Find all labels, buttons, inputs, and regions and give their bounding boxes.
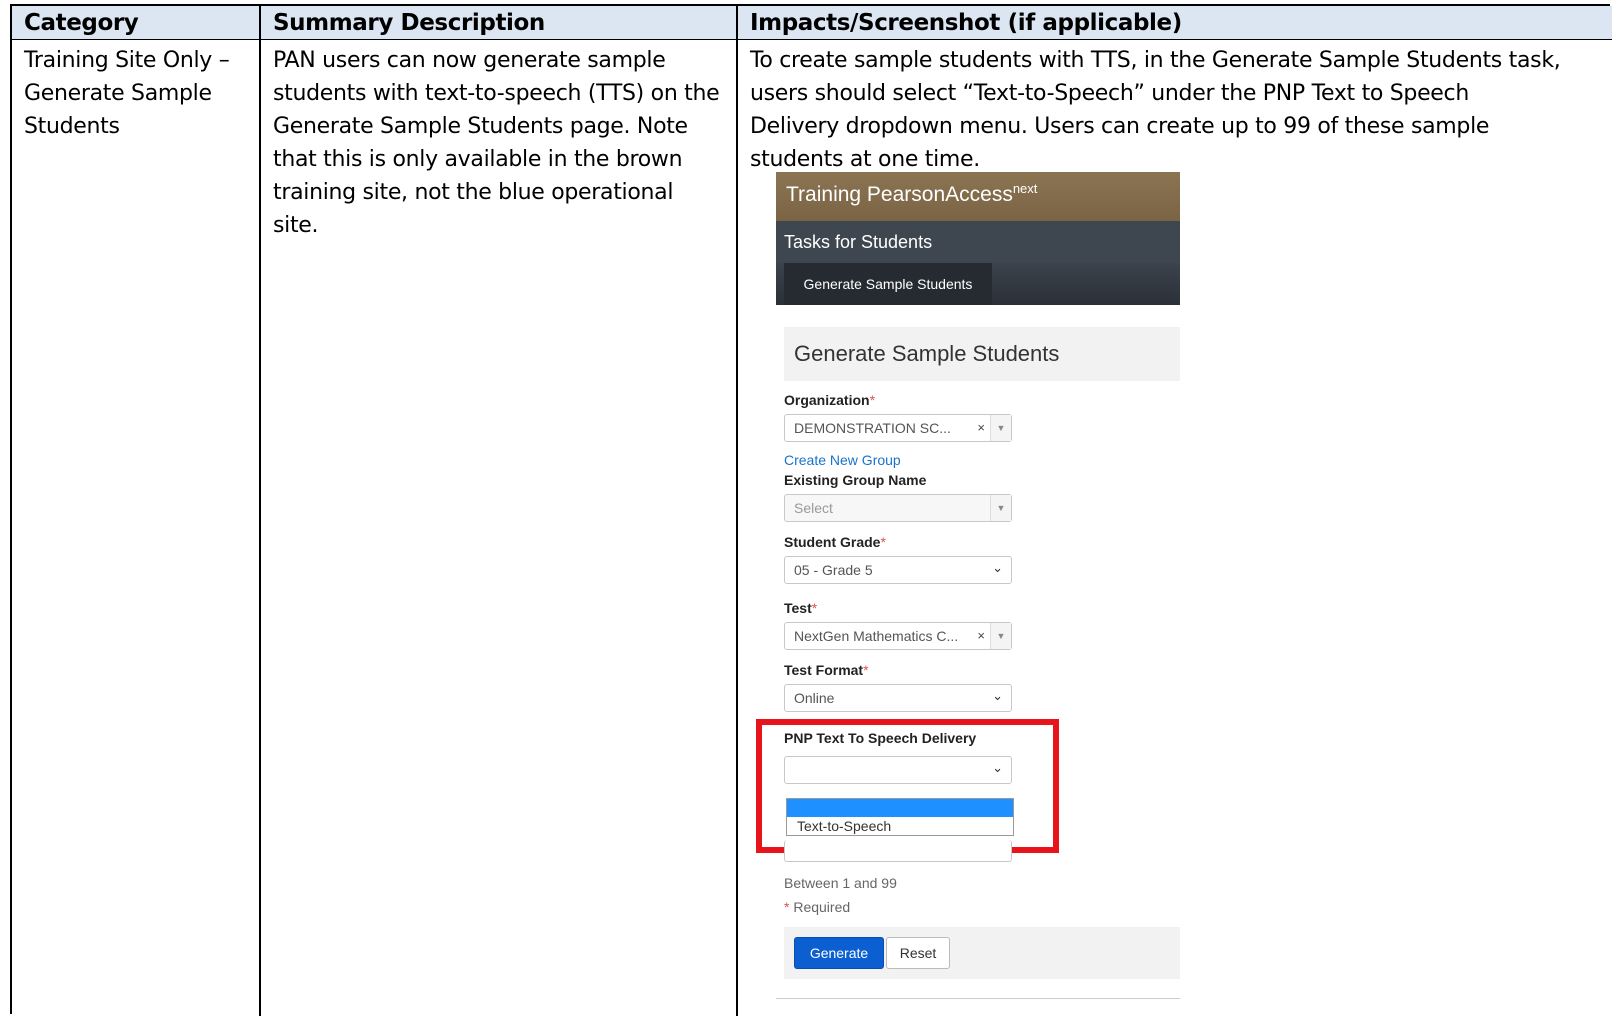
- tasks-bar: Tasks for Students: [776, 221, 1180, 263]
- test-value: NextGen Mathematics C...: [794, 628, 959, 644]
- impacts-line: To create sample students with TTS, in t…: [750, 48, 1561, 73]
- tasks-title: Tasks for Students: [784, 232, 933, 252]
- dropdown-arrow-icon[interactable]: ▼: [990, 415, 1011, 441]
- organization-value: DEMONSTRATION SC...: [794, 420, 951, 436]
- site-title-sup: next: [1012, 181, 1038, 196]
- existing-group-select[interactable]: Select ▼: [784, 494, 1012, 522]
- site-header: Training PearsonAccessnext: [776, 172, 1180, 221]
- chevron-down-icon: ⌄: [992, 560, 1003, 575]
- summary-line: that this is only available in the brown: [273, 147, 683, 172]
- header-impacts: Impacts/Screenshot (if applicable): [750, 10, 1182, 36]
- category-line: Generate Sample: [24, 81, 212, 106]
- test-format-select[interactable]: Online ⌄: [784, 684, 1012, 712]
- header-summary: Summary Description: [273, 10, 545, 36]
- required-note: * Required: [784, 899, 850, 915]
- student-grade-label: Student Grade*: [784, 534, 886, 550]
- clear-icon[interactable]: ×: [977, 628, 985, 643]
- divider: [776, 998, 1180, 999]
- impacts-line: users should select “Text-to-Speech” und…: [750, 81, 1469, 106]
- clear-icon[interactable]: ×: [977, 420, 985, 435]
- subtab-bar: Generate Sample Students: [776, 263, 1180, 305]
- dropdown-option-text-to-speech[interactable]: Text-to-Speech: [797, 818, 891, 834]
- existing-group-value: Select: [794, 500, 833, 516]
- test-label-text: Test: [784, 600, 812, 616]
- generate-button[interactable]: Generate: [794, 937, 884, 969]
- table-header-row: Category Summary Description Impacts/Scr…: [12, 6, 1612, 40]
- required-star: *: [863, 662, 869, 678]
- student-grade-select[interactable]: 05 - Grade 5 ⌄: [784, 556, 1012, 584]
- summary-cell: PAN users can now generate sample studen…: [273, 44, 733, 242]
- summary-line: students with text-to-speech (TTS) on th…: [273, 81, 720, 106]
- panel-title-text: Generate Sample Students: [794, 341, 1060, 366]
- tts-dropdown-menu[interactable]: Text-to-Speech: [786, 798, 1014, 836]
- organization-label-text: Organization: [784, 392, 870, 408]
- test-format-label-text: Test Format: [784, 662, 864, 678]
- summary-line: PAN users can now generate sample: [273, 48, 666, 73]
- dropdown-option-blank[interactable]: [787, 799, 1013, 817]
- required-star: *: [880, 534, 886, 550]
- test-label: Test*: [784, 600, 817, 616]
- button-bar: Generate Reset: [784, 927, 1180, 979]
- student-grade-value: 05 - Grade 5: [794, 562, 873, 578]
- test-select[interactable]: NextGen Mathematics C... × ▼: [784, 622, 1012, 650]
- student-grade-label-text: Student Grade: [784, 534, 881, 550]
- range-hint: Between 1 and 99: [784, 875, 897, 891]
- chevron-down-icon: ⌄: [992, 760, 1003, 775]
- column-divider: [736, 6, 738, 1016]
- existing-group-label: Existing Group Name: [784, 472, 927, 488]
- category-line: Training Site Only –: [24, 48, 230, 73]
- chevron-down-icon: ⌄: [992, 688, 1003, 703]
- category-line: Students: [24, 114, 120, 139]
- organization-select[interactable]: DEMONSTRATION SC... × ▼: [784, 414, 1012, 442]
- header-category: Category: [24, 10, 139, 36]
- required-star: *: [869, 392, 876, 408]
- impacts-cell: To create sample students with TTS, in t…: [750, 44, 1610, 176]
- summary-line: Generate Sample Students page. Note: [273, 114, 688, 139]
- tts-select[interactable]: ⌄: [784, 756, 1012, 784]
- site-title: Training PearsonAccessnext: [786, 181, 1037, 207]
- test-format-label: Test Format*: [784, 662, 869, 678]
- dropdown-arrow-icon[interactable]: ▼: [990, 495, 1011, 521]
- summary-line: training site, not the blue operational: [273, 180, 674, 205]
- summary-line: site.: [273, 213, 319, 238]
- required-note-text: Required: [789, 899, 851, 915]
- impacts-line: Delivery dropdown menu. Users can create…: [750, 114, 1490, 139]
- tab-generate-sample-students[interactable]: Generate Sample Students: [784, 263, 992, 305]
- required-star: *: [811, 600, 818, 616]
- test-format-value: Online: [794, 690, 835, 706]
- panel-title: Generate Sample Students: [784, 327, 1180, 381]
- quantity-input[interactable]: [784, 840, 1012, 862]
- create-new-group-link[interactable]: Create New Group: [784, 452, 901, 468]
- organization-label: Organization*: [784, 392, 875, 408]
- site-title-text: Training PearsonAccess: [786, 183, 1013, 206]
- column-divider: [259, 6, 261, 1016]
- dropdown-arrow-icon[interactable]: ▼: [990, 623, 1011, 649]
- reset-button[interactable]: Reset: [886, 937, 950, 969]
- category-cell: Training Site Only – Generate Sample Stu…: [24, 44, 254, 143]
- tts-label: PNP Text To Speech Delivery: [784, 730, 977, 746]
